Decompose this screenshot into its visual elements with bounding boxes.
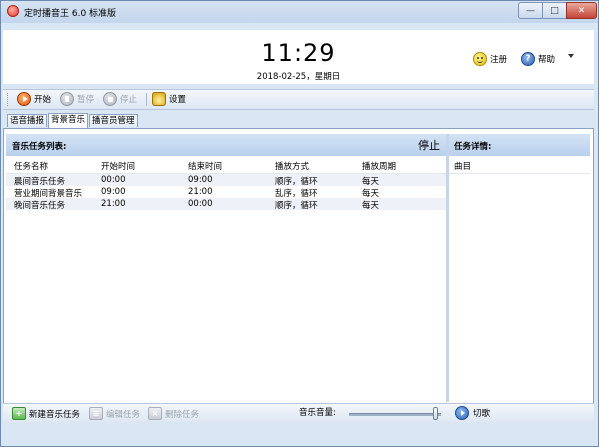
- new-task-icon: +: [12, 407, 26, 420]
- edit-task-button[interactable]: ≡ 编辑任务: [89, 406, 140, 421]
- title-bar[interactable]: 定时播音王 6.0 标准版 — □ ✕: [1, 1, 598, 23]
- task-detail-title: 任务详情:: [454, 142, 492, 152]
- status-bar: [3, 424, 594, 442]
- help-icon: ?: [521, 52, 535, 66]
- table-header-row: 任务名称 开始时间 结束时间 播放方式 播放周期: [6, 159, 446, 174]
- cell-task-name: 晚间音乐任务: [14, 201, 66, 211]
- settings-icon: [152, 92, 166, 106]
- new-music-task-button[interactable]: + 新建音乐任务: [12, 406, 80, 421]
- cell-start-time: 00:00: [101, 175, 126, 185]
- delete-task-button[interactable]: × 删除任务: [148, 406, 199, 421]
- toolbar: 开始 暂停 停止 设置: [3, 89, 594, 110]
- register-button[interactable]: 注册: [473, 52, 507, 66]
- stop-label: 停止: [120, 95, 138, 105]
- task-detail-header: 任务详情:: [449, 134, 590, 156]
- column-header-play-cycle[interactable]: 播放周期: [362, 160, 396, 172]
- column-header-task-name[interactable]: 任务名称: [14, 160, 48, 172]
- skip-icon: [455, 406, 469, 420]
- cut-song-label: 切歌: [473, 409, 491, 419]
- close-icon: ✕: [577, 5, 586, 16]
- column-header-start-time[interactable]: 开始时间: [101, 160, 135, 172]
- table-row[interactable]: 营业期间背景音乐 09:00 21:00 乱序，循环 每天: [6, 186, 446, 199]
- playback-status: 停止: [418, 139, 440, 152]
- tab-voice-broadcast[interactable]: 语音播报: [7, 114, 48, 127]
- stop-icon: [103, 92, 117, 106]
- music-task-list-title: 音乐任务列表:: [12, 142, 67, 152]
- smiley-icon: [473, 52, 487, 66]
- toolbar-separator: [146, 93, 147, 106]
- play-icon: [17, 92, 31, 106]
- cell-start-time: 09:00: [101, 187, 126, 197]
- register-label: 注册: [490, 55, 508, 65]
- app-logo-icon: [7, 5, 19, 17]
- task-detail-table: 曲目: [449, 159, 590, 174]
- table-row[interactable]: 晚间音乐任务 21:00 00:00 顺序，循环 每天: [6, 198, 446, 211]
- tab-background-music[interactable]: 背景音乐: [48, 113, 89, 128]
- table-row[interactable]: 晨间音乐任务 00:00 09:00 顺序，循环 每天: [6, 174, 446, 187]
- cell-end-time: 00:00: [188, 199, 213, 209]
- help-label: 帮助: [538, 55, 556, 65]
- pause-label: 暂停: [77, 95, 95, 105]
- pause-icon: [60, 92, 74, 106]
- edit-task-label: 编辑任务: [106, 409, 141, 420]
- maximize-icon: □: [550, 5, 559, 16]
- column-header-end-time[interactable]: 结束时间: [188, 160, 222, 172]
- music-task-list-header: 音乐任务列表: 停止: [6, 134, 446, 156]
- clock-header: 11:29 2018-02-25，星期日 注册 ? 帮助: [3, 30, 594, 84]
- clock-date: 2018-02-25，星期日: [256, 72, 341, 82]
- tab-announcer-management[interactable]: 播音员管理: [89, 114, 138, 127]
- stop-button[interactable]: 停止: [103, 91, 137, 107]
- detail-header-row: 曲目: [449, 159, 590, 174]
- start-button[interactable]: 开始: [17, 91, 51, 107]
- settings-button[interactable]: 设置: [152, 91, 186, 107]
- cell-start-time: 21:00: [101, 199, 126, 209]
- help-button[interactable]: ? 帮助: [521, 52, 555, 66]
- cell-play-cycle: 每天: [362, 201, 380, 211]
- panel-splitter[interactable]: [446, 134, 449, 402]
- maximize-button[interactable]: □: [542, 2, 567, 19]
- music-volume-slider[interactable]: [349, 413, 441, 416]
- cell-play-mode: 顺序，循环: [275, 201, 318, 211]
- cut-song-button[interactable]: 切歌: [455, 406, 490, 420]
- help-dropdown-icon[interactable]: [568, 54, 574, 58]
- minimize-icon: —: [526, 5, 535, 16]
- settings-label: 设置: [169, 95, 187, 105]
- close-button[interactable]: ✕: [566, 2, 597, 19]
- new-music-task-label: 新建音乐任务: [29, 409, 81, 420]
- cell-end-time: 09:00: [188, 175, 213, 185]
- minimize-button[interactable]: —: [518, 2, 543, 19]
- music-volume-label: 音乐音量:: [299, 408, 336, 418]
- column-header-track[interactable]: 曲目: [454, 160, 471, 172]
- start-label: 开始: [34, 95, 52, 105]
- music-task-table: 任务名称 开始时间 结束时间 播放方式 播放周期 晨间音乐任务 00:00 09…: [6, 159, 446, 211]
- toolbar-grip[interactable]: [7, 93, 10, 106]
- pause-button[interactable]: 暂停: [60, 91, 94, 107]
- edit-task-icon: ≡: [89, 407, 103, 420]
- column-header-play-mode[interactable]: 播放方式: [275, 160, 309, 172]
- music-volume-thumb[interactable]: [432, 407, 438, 420]
- delete-task-label: 删除任务: [165, 409, 200, 420]
- delete-task-icon: ×: [148, 407, 162, 420]
- window-title: 定时播音王 6.0 标准版: [24, 9, 117, 19]
- cell-end-time: 21:00: [188, 187, 213, 197]
